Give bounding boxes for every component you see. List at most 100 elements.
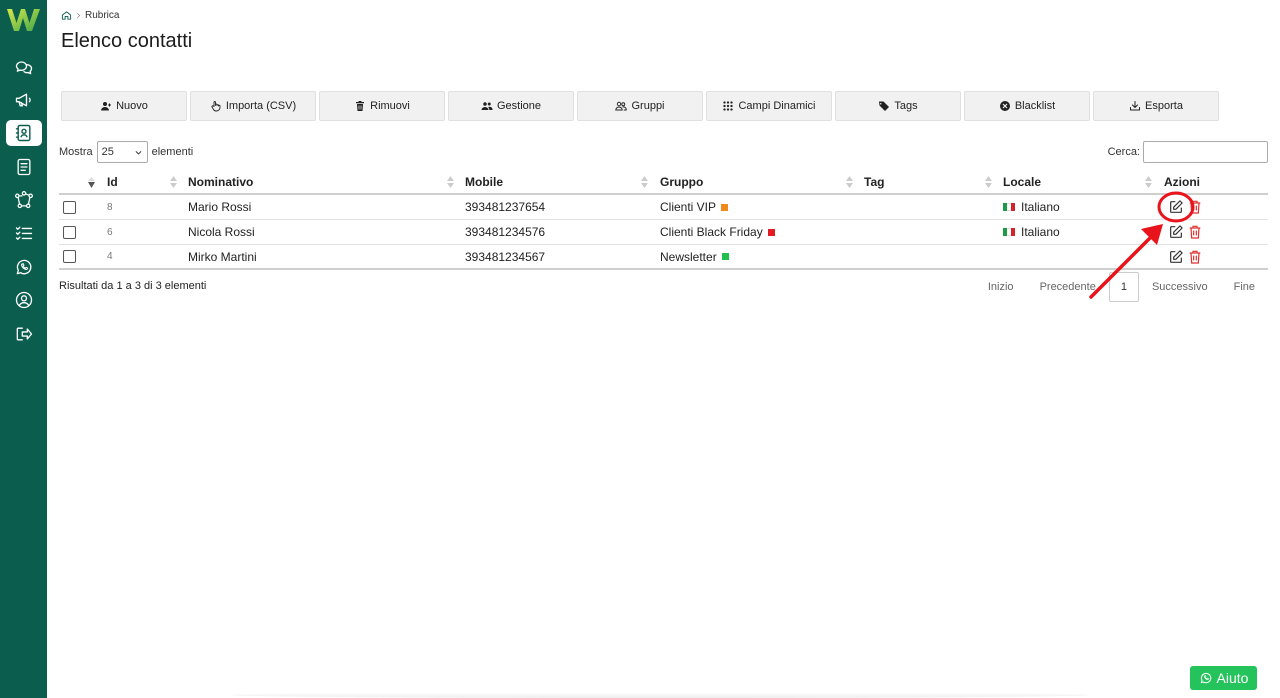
row-checkbox[interactable] (63, 225, 76, 239)
megaphone-icon (15, 93, 31, 107)
pagination-first[interactable]: Inizio (975, 272, 1027, 302)
edit-icon[interactable] (1168, 199, 1184, 215)
cell-group: Clienti VIP (660, 195, 729, 219)
table-row[interactable]: 8 Mario Rossi 393481237654 Clienti VIP I… (59, 195, 1268, 220)
button-label: Nuovo (116, 100, 148, 112)
sort-icon[interactable] (641, 176, 648, 188)
x-circle-icon (999, 101, 1010, 111)
sidebar-item-documents[interactable] (6, 154, 42, 180)
cell-mobile: 393481234576 (465, 225, 546, 239)
cell-group: Newsletter (660, 245, 729, 268)
header-id[interactable]: Id (107, 170, 118, 193)
header-name[interactable]: Nominativo (188, 170, 253, 193)
header-mobile[interactable]: Mobile (465, 170, 503, 193)
sort-icon[interactable] (447, 176, 454, 188)
table-row[interactable]: 4 Mirko Martini 393481234567 Newsletter (59, 245, 1268, 270)
whatsapp-icon (16, 259, 32, 275)
cell-name: Mario Rossi (188, 200, 252, 214)
help-label: Aiuto (1216, 670, 1249, 686)
help-button[interactable]: Aiuto (1190, 666, 1257, 690)
button-label: Tags (894, 100, 918, 112)
sidebar-item-flows[interactable] (6, 187, 42, 213)
bottom-shadow (230, 692, 1090, 698)
edit-icon[interactable] (1168, 224, 1184, 240)
table-search: Cerca: (1108, 141, 1268, 163)
header-locale[interactable]: Locale (1003, 170, 1041, 193)
group-name: Newsletter (660, 249, 717, 264)
header-group[interactable]: Gruppo (660, 170, 703, 193)
logo (7, 9, 40, 31)
export-button[interactable]: Esporta (1093, 91, 1219, 121)
search-label: Cerca: (1107, 146, 1140, 158)
sidebar-item-profile[interactable] (6, 287, 42, 313)
dynamic-fields-button[interactable]: Campi Dinamici (706, 91, 832, 121)
sidebar-item-chat[interactable] (6, 54, 42, 80)
sidebar-item-logout[interactable] (6, 321, 42, 347)
manage-button[interactable]: Gestione (448, 91, 574, 121)
download-icon (1130, 101, 1141, 111)
contacts-icon (15, 124, 31, 142)
sort-desc-icon[interactable] (88, 177, 95, 189)
checklist-icon (15, 226, 33, 240)
group-color-swatch (721, 253, 729, 260)
page-length-value: 25 (101, 146, 114, 158)
users-icon (481, 102, 493, 110)
pagination-previous[interactable]: Precedente (1027, 272, 1109, 302)
sidebar-item-tasks[interactable] (6, 220, 42, 246)
cell-id: 4 (107, 251, 113, 262)
sort-icon[interactable] (985, 176, 992, 188)
home-icon[interactable] (61, 10, 72, 21)
hand-pointer-icon (211, 101, 221, 112)
edit-icon[interactable] (1168, 249, 1184, 265)
cell-mobile: 393481237654 (465, 200, 546, 214)
table-row[interactable]: 6 Nicola Rossi 393481234576 Clienti Blac… (59, 220, 1268, 245)
tags-button[interactable]: Tags (835, 91, 961, 121)
cell-actions (1168, 195, 1203, 219)
users-outline-icon (615, 101, 628, 111)
cell-id: 6 (107, 226, 113, 238)
import-csv-button[interactable]: Importa (CSV) (190, 91, 316, 121)
remove-button[interactable]: Rimuovi (319, 91, 445, 121)
header-tag[interactable]: Tag (864, 170, 884, 193)
row-checkbox[interactable] (63, 250, 76, 263)
flow-icon (15, 191, 33, 209)
sidebar-item-contacts[interactable] (6, 120, 42, 146)
page-length-select[interactable]: 25 (96, 141, 148, 163)
chevron-down-icon (135, 150, 142, 155)
tag-icon (879, 101, 890, 111)
logout-icon (16, 327, 33, 341)
chat-icon (15, 61, 33, 75)
new-contact-button[interactable]: Nuovo (61, 91, 187, 121)
row-checkbox[interactable] (63, 200, 76, 214)
pagination-last[interactable]: Fine (1221, 272, 1268, 302)
breadcrumb: Rubrica (61, 10, 119, 21)
chevron-right-icon (77, 12, 81, 19)
cell-actions (1168, 220, 1203, 244)
button-label: Gruppi (631, 100, 665, 112)
search-input[interactable] (1143, 141, 1268, 163)
group-color-swatch (721, 203, 729, 211)
pagination-next[interactable]: Successivo (1139, 272, 1221, 302)
sort-icon[interactable] (170, 176, 177, 188)
delete-icon[interactable] (1187, 224, 1203, 240)
sort-icon[interactable] (1145, 176, 1152, 188)
sidebar-item-whatsapp[interactable] (6, 254, 42, 280)
locale-name: Italiano (1021, 225, 1060, 239)
cell-name: Nicola Rossi (188, 225, 255, 239)
document-icon (17, 158, 31, 176)
cell-locale: Italiano (1003, 220, 1060, 244)
pagination-page[interactable]: 1 (1108, 272, 1139, 302)
delete-icon[interactable] (1187, 249, 1203, 265)
group-name: Clienti Black Friday (660, 225, 763, 239)
blacklist-button[interactable]: Blacklist (964, 91, 1090, 121)
sort-icon[interactable] (846, 176, 853, 188)
italy-flag-icon (1003, 228, 1015, 236)
cell-actions (1168, 245, 1203, 268)
pagination: Inizio Precedente 1 Successivo Fine (975, 272, 1268, 302)
sidebar-item-campaigns[interactable] (6, 87, 42, 113)
whatsapp-icon (1200, 672, 1211, 684)
user-plus-icon (101, 102, 112, 111)
groups-button[interactable]: Gruppi (577, 91, 703, 121)
locale-name: Italiano (1021, 200, 1060, 214)
delete-icon[interactable] (1187, 199, 1203, 215)
